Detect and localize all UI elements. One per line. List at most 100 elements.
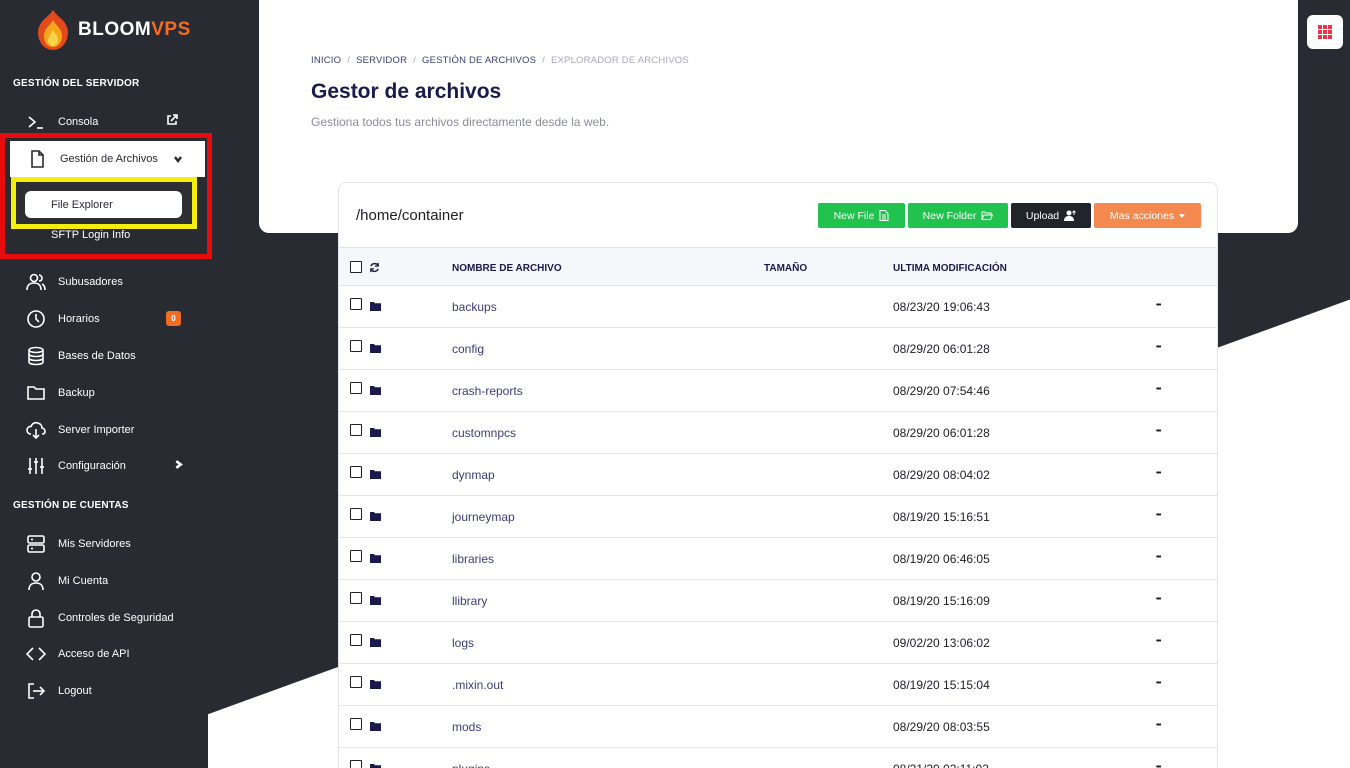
sidebar-item-consola[interactable]: Consola: [0, 103, 208, 140]
breadcrumb-servidor[interactable]: SERVIDOR: [356, 55, 407, 66]
table-row[interactable]: .mixin.out 08/19/20 15:15:04 •••: [339, 664, 1217, 706]
file-name-link[interactable]: mods: [452, 720, 481, 734]
folder-icon: [370, 722, 381, 731]
more-actions-dropdown[interactable]: Mas acciones: [1094, 203, 1201, 228]
table-row[interactable]: mods 08/29/20 08:03:55 •••: [339, 706, 1217, 748]
folder-icon: [370, 470, 381, 479]
table-row[interactable]: crash-reports 08/29/20 07:54:46 •••: [339, 370, 1217, 412]
sidebar-item-subusuarios[interactable]: Subusadores: [0, 263, 208, 300]
row-actions-menu-icon[interactable]: •••: [1156, 638, 1161, 645]
file-modified-date: 08/29/20 08:03:55: [893, 720, 990, 734]
button-label: New Folder: [922, 209, 977, 222]
row-checkbox[interactable]: [350, 550, 362, 562]
row-checkbox[interactable]: [350, 424, 362, 436]
row-actions-menu-icon[interactable]: •••: [1156, 554, 1161, 561]
row-actions-menu-icon[interactable]: •••: [1156, 764, 1161, 768]
new-file-button[interactable]: New File: [818, 203, 905, 228]
row-checkbox[interactable]: [350, 382, 362, 394]
table-row[interactable]: dynmap 08/29/20 08:04:02 •••: [339, 454, 1217, 496]
breadcrumb-gestion-archivos[interactable]: GESTIÓN DE ARCHIVOS: [422, 55, 536, 66]
row-actions-menu-icon[interactable]: •••: [1156, 596, 1161, 603]
file-name-link[interactable]: config: [452, 342, 484, 356]
sidebar-item-acceso-api[interactable]: Acceso de API: [0, 635, 208, 672]
table-row[interactable]: llibrary 08/19/20 15:16:09 •••: [339, 580, 1217, 622]
apps-menu-button[interactable]: [1307, 15, 1343, 49]
breadcrumb-inicio[interactable]: INICIO: [311, 55, 341, 66]
sidebar-item-mi-cuenta[interactable]: Mi Cuenta: [0, 562, 208, 599]
folder-icon: [370, 596, 381, 605]
row-checkbox[interactable]: [350, 466, 362, 478]
row-checkbox[interactable]: [350, 508, 362, 520]
sidebar-item-configuracion[interactable]: Configuración: [0, 447, 208, 484]
sidebar-item-mis-servidores[interactable]: Mis Servidores: [0, 525, 208, 562]
file-name-link[interactable]: backups: [452, 300, 497, 314]
sidebar-item-label: Controles de Seguridad: [58, 611, 174, 624]
column-header-modified[interactable]: ULTIMA MODIFICACIÓN: [893, 263, 1007, 274]
file-name-link[interactable]: dynmap: [452, 468, 495, 482]
table-row[interactable]: plugins 08/21/20 02:11:02 •••: [339, 748, 1217, 768]
file-name-link[interactable]: logs: [452, 636, 474, 650]
database-icon: [25, 345, 47, 367]
file-name-link[interactable]: plugins: [452, 762, 490, 768]
file-name-link[interactable]: crash-reports: [452, 384, 523, 398]
select-all-checkbox[interactable]: [350, 261, 362, 273]
file-modified-date: 08/19/20 15:15:04: [893, 678, 990, 692]
sidebar-subitem-file-explorer[interactable]: File Explorer: [25, 191, 182, 218]
code-icon: [25, 643, 47, 665]
sidebar-item-gestion-archivos[interactable]: Gestión de Archivos: [10, 141, 205, 177]
row-checkbox[interactable]: [350, 676, 362, 688]
table-header: NOMBRE DE ARCHIVO TAMAÑO ULTIMA MODIFICA…: [339, 247, 1217, 286]
file-name-link[interactable]: llibrary: [452, 594, 487, 608]
row-checkbox[interactable]: [350, 718, 362, 730]
new-folder-button[interactable]: New Folder: [908, 203, 1008, 228]
file-name-link[interactable]: .mixin.out: [452, 678, 503, 692]
row-checkbox[interactable]: [350, 298, 362, 310]
logo[interactable]: BLOOMVPS: [34, 8, 191, 52]
sidebar-item-bases-de-datos[interactable]: Bases de Datos: [0, 337, 208, 374]
sidebar-item-backup[interactable]: Backup: [0, 374, 208, 411]
folder-icon: [370, 554, 381, 563]
row-actions-menu-icon[interactable]: •••: [1156, 428, 1161, 435]
chevron-right-icon: [173, 459, 184, 473]
brand-name: BLOOMVPS: [78, 19, 191, 40]
server-icon: [25, 533, 47, 555]
sidebar-item-server-importer[interactable]: Server Importer: [0, 411, 208, 448]
sidebar-item-controles-seguridad[interactable]: Controles de Seguridad: [0, 599, 208, 636]
row-checkbox[interactable]: [350, 592, 362, 604]
refresh-icon[interactable]: [369, 262, 380, 273]
row-actions-menu-icon[interactable]: •••: [1156, 470, 1161, 477]
table-row[interactable]: customnpcs 08/29/20 06:01:28 •••: [339, 412, 1217, 454]
breadcrumb-current: EXPLORADOR DE ARCHIVOS: [550, 55, 689, 66]
table-row[interactable]: logs 09/02/20 13:06:02 •••: [339, 622, 1217, 664]
row-actions-menu-icon[interactable]: •••: [1156, 302, 1161, 309]
upload-button[interactable]: Upload: [1011, 203, 1091, 228]
table-row[interactable]: libraries 08/19/20 06:46:05 •••: [339, 538, 1217, 580]
file-modified-date: 08/23/20 19:06:43: [893, 300, 990, 314]
row-checkbox[interactable]: [350, 340, 362, 352]
table-row[interactable]: backups 08/23/20 19:06:43 •••: [339, 286, 1217, 328]
file-name-link[interactable]: libraries: [452, 552, 494, 566]
external-link-icon: [166, 114, 178, 129]
file-name-link[interactable]: customnpcs: [452, 426, 516, 440]
row-checkbox[interactable]: [350, 634, 362, 646]
sidebar-item-logout[interactable]: Logout: [0, 672, 208, 709]
current-path: /home/container: [356, 207, 464, 224]
chevron-down-icon: [173, 154, 183, 164]
sidebar-subitem-sftp[interactable]: SFTP Login Info: [51, 229, 130, 241]
row-actions-menu-icon[interactable]: •••: [1156, 680, 1161, 687]
row-actions-menu-icon[interactable]: •••: [1156, 386, 1161, 393]
sidebar-item-horarios[interactable]: Horarios 0: [0, 300, 208, 337]
table-row[interactable]: journeymap 08/19/20 15:16:51 •••: [339, 496, 1217, 538]
button-label: Upload: [1025, 209, 1060, 222]
column-header-size[interactable]: TAMAÑO: [764, 263, 807, 274]
column-header-name[interactable]: NOMBRE DE ARCHIVO: [452, 263, 562, 274]
row-actions-menu-icon[interactable]: •••: [1156, 344, 1161, 351]
row-actions-menu-icon[interactable]: •••: [1156, 722, 1161, 729]
schedules-count-badge: 0: [166, 311, 181, 326]
file-name-link[interactable]: journeymap: [452, 510, 515, 524]
row-checkbox[interactable]: [350, 760, 362, 768]
folder-icon: [370, 302, 381, 311]
table-row[interactable]: config 08/29/20 06:01:28 •••: [339, 328, 1217, 370]
row-actions-menu-icon[interactable]: •••: [1156, 512, 1161, 519]
folder-icon: [370, 764, 381, 768]
